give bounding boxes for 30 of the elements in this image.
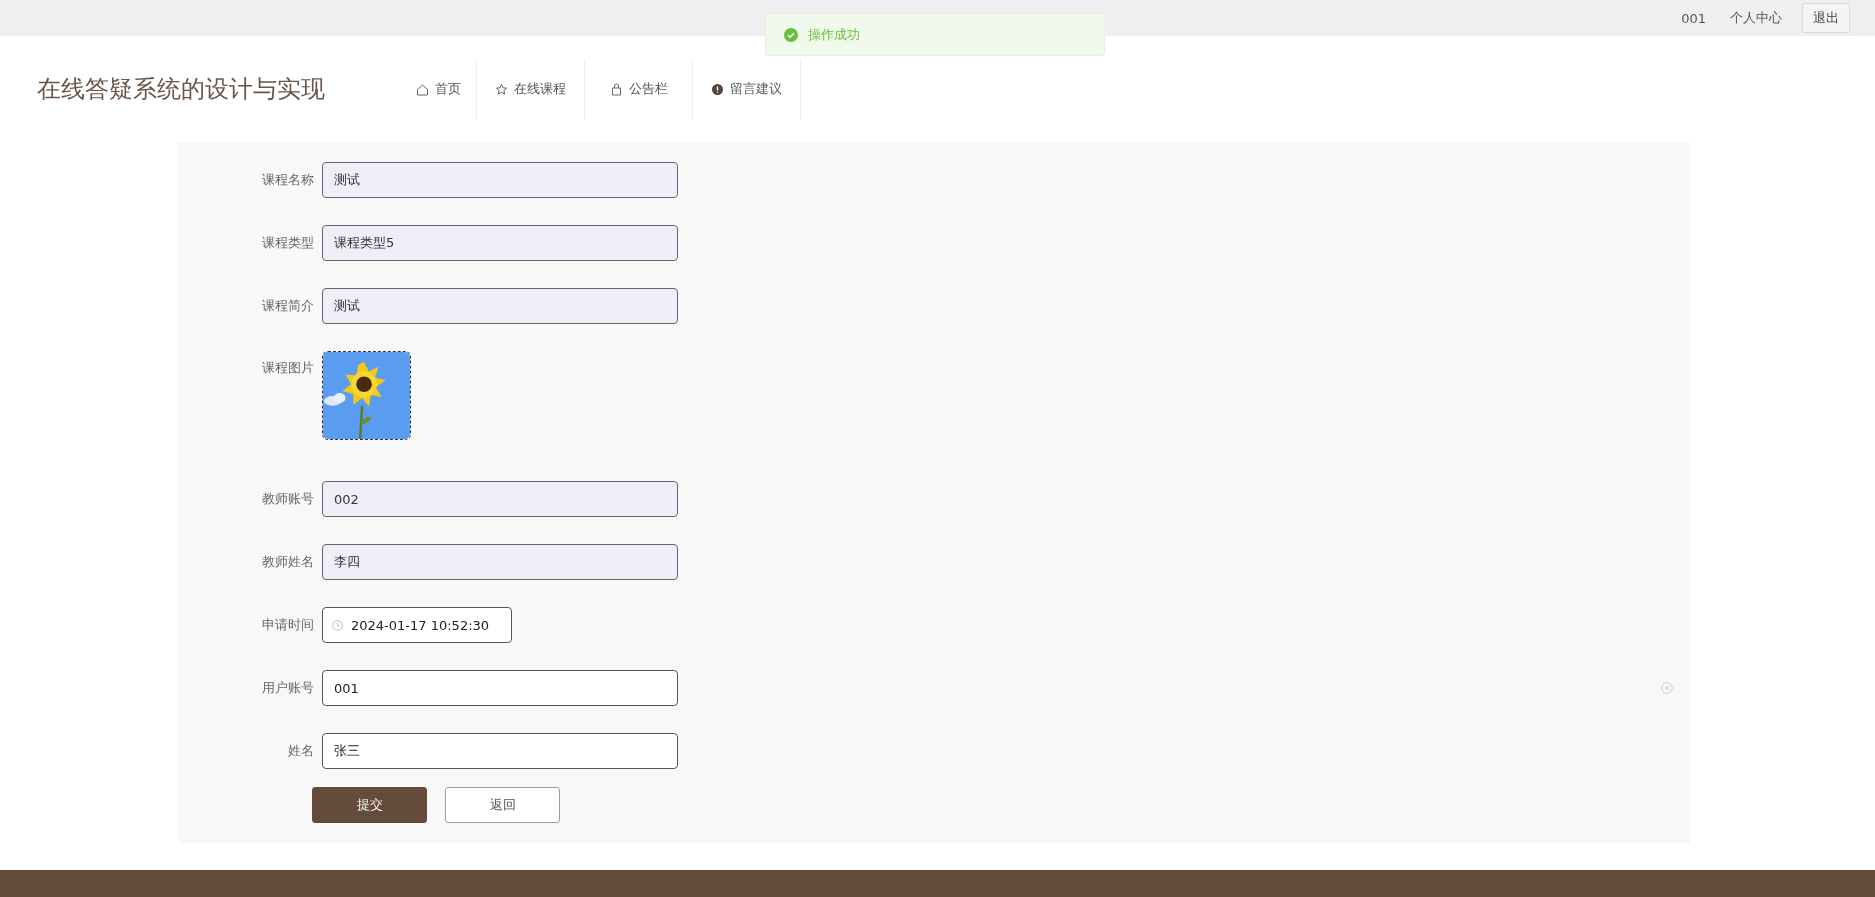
field-label: 用户账号 [261, 679, 315, 697]
profile-link[interactable]: 个人中心 [1730, 9, 1782, 27]
nav-link[interactable]: 首页 [401, 59, 477, 119]
logout-button[interactable]: 退出 [1802, 3, 1850, 33]
submit-button[interactable]: 提交 [312, 787, 427, 823]
input-field[interactable]: 张三 [322, 733, 678, 769]
field-label: 姓名 [287, 742, 315, 760]
field-label: 教师账号 [261, 490, 315, 508]
field-label: 教师姓名 [261, 553, 315, 571]
nav-link[interactable]: 在线课程 [477, 59, 585, 119]
nav-link[interactable]: 公告栏 [585, 59, 693, 119]
exclamation-circle-icon [711, 82, 724, 96]
field-label: 课程图片 [261, 359, 315, 377]
field-label: 课程简介 [261, 297, 315, 315]
bag-icon [609, 82, 623, 96]
username: 001 [1681, 10, 1706, 26]
back-button[interactable]: 返回 [445, 787, 560, 823]
field-label: 课程名称 [261, 171, 315, 189]
site-title: 在线答疑系统的设计与实现 [37, 74, 326, 105]
check-circle-icon [784, 27, 798, 42]
star-icon [495, 82, 508, 96]
field-label: 课程类型 [261, 234, 315, 252]
field-label: 申请时间 [261, 616, 315, 634]
home-icon [416, 82, 429, 96]
toast-message: 操作成功 [765, 13, 1105, 56]
nav-link[interactable]: 留言建议 [693, 59, 801, 119]
clock-icon [332, 619, 343, 631]
date-time-field[interactable]: 2024-01-17 10:52:30 [322, 607, 512, 643]
input-field[interactable]: 001 [322, 670, 678, 706]
clear-icon[interactable] [1661, 681, 1673, 694]
